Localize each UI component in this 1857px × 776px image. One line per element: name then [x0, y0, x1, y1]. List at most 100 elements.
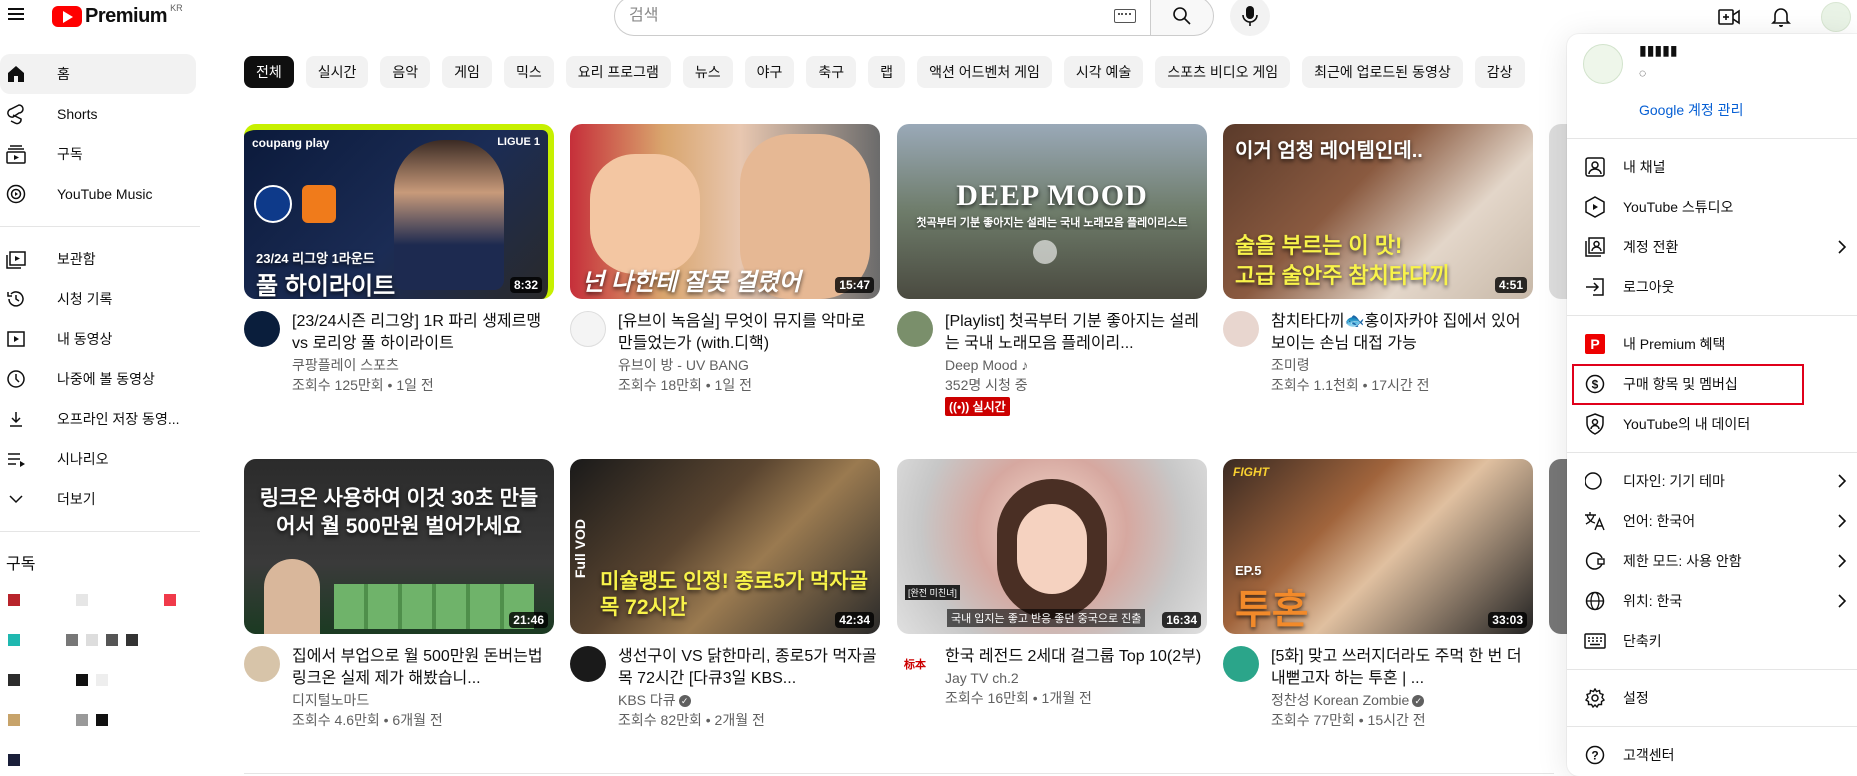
menu-item-appearance[interactable]: 디자인: 기기 테마	[1567, 461, 1857, 501]
chip[interactable]: 최근에 업로드된 동영상	[1302, 56, 1463, 88]
video-title[interactable]: [유브이 녹음실] 무엇이 뮤지를 악마로 만들었는가 (with.디핵)	[618, 311, 880, 355]
video-card[interactable]: FIGHT EP.5 투혼 33:03 [5화] 맞고 쓰러지더라도 주먹 한 …	[1223, 459, 1533, 730]
keyboard-icon[interactable]	[1114, 9, 1136, 23]
create-video-icon[interactable]	[1717, 5, 1741, 29]
menu-item-label: 계정 전환	[1623, 239, 1679, 255]
search-box[interactable]	[614, 0, 1150, 36]
channel-avatar[interactable]	[1223, 311, 1259, 347]
channel-name[interactable]: 정찬성 Korean Zombie ✓	[1271, 690, 1533, 710]
channel-avatar[interactable]	[570, 311, 606, 347]
menu-item-sign-out[interactable]: 로그아웃	[1567, 267, 1857, 307]
video-thumbnail-partial[interactable]	[1549, 124, 1567, 299]
thumb-vertical-text: Full VOD	[572, 519, 588, 579]
chip[interactable]: 축구	[806, 56, 857, 88]
video-thumbnail[interactable]: Full VOD 미슐랭도 인정! 종로5가 먹자골목 72시간 42:34	[570, 459, 880, 634]
video-title[interactable]: [23/24시즌 리그앙] 1R 파리 생제르맹 vs 로리앙 풀 하이라이트	[292, 311, 554, 355]
channel-name[interactable]: 디지털노마드	[292, 690, 554, 710]
menu-item-settings[interactable]: 설정	[1567, 678, 1857, 718]
menu-item-location[interactable]: 위치: 한국	[1567, 581, 1857, 621]
voice-search-button[interactable]	[1230, 0, 1270, 36]
channel-name[interactable]: 조미령	[1271, 355, 1533, 375]
menu-item-studio[interactable]: YouTube 스튜디오	[1567, 187, 1857, 227]
youtube-premium-logo[interactable]: Premium KR	[52, 3, 183, 27]
video-thumbnail[interactable]: coupang play LIGUE 1 23/24 리그앙 1라운드 풀 하이…	[244, 124, 554, 299]
video-title[interactable]: 한국 레전드 2세대 걸그룹 Top 10(2부)	[945, 646, 1207, 668]
sidebar-item-watch-later[interactable]: 나중에 볼 동영상	[0, 359, 196, 399]
search-input[interactable]	[629, 7, 1114, 25]
video-card[interactable]: Full VOD 미슐랭도 인정! 종로5가 먹자골목 72시간 42:34 생…	[570, 459, 880, 730]
menu-icon[interactable]	[6, 5, 28, 25]
video-thumbnail[interactable]: DEEP MOOD 첫곡부터 기분 좋아지는 설레는 국내 노래모음 플레이리스…	[897, 124, 1207, 299]
chip[interactable]: 감상	[1474, 56, 1525, 88]
chip[interactable]: 스포츠 비디오 게임	[1155, 56, 1291, 88]
chip[interactable]: 믹스	[503, 56, 554, 88]
video-card[interactable]: 링크온 사용하여 이것 30초 만들어서 월 500만원 벌어가세요 21:46…	[244, 459, 554, 730]
sidebar-item-playlist[interactable]: 시나리오	[0, 439, 196, 479]
sidebar-item-subscriptions[interactable]: 구독	[0, 134, 196, 174]
sidebar-item-library[interactable]: 보관함	[0, 239, 196, 279]
channel-avatar[interactable]	[244, 311, 280, 347]
video-title[interactable]: 생선구이 VS 닭한마리, 종로5가 먹자골목 72시간 [다큐3일 KBS..…	[618, 646, 880, 690]
chip[interactable]: 요리 프로그램	[565, 56, 671, 88]
sidebar-item-history[interactable]: 시청 기록	[0, 279, 196, 319]
video-title[interactable]: 집에서 부업으로 월 500만원 돈버는법 링크온 실제 제가 해봤습니...	[292, 646, 554, 690]
subscription-item[interactable]	[0, 700, 200, 740]
channel-avatar[interactable]	[244, 646, 280, 682]
video-thumbnail[interactable]: FIGHT EP.5 투혼 33:03	[1223, 459, 1533, 634]
manage-google-account-link[interactable]: Google 계정 관리	[1639, 100, 1743, 120]
video-title[interactable]: [5화] 맞고 쓰러지더라도 주먹 한 번 더 내뻗고자 하는 투혼 | ...	[1271, 646, 1533, 690]
channel-name[interactable]: Deep Mood ♪	[945, 355, 1207, 375]
chip[interactable]: 랩	[868, 56, 906, 88]
chip[interactable]: 게임	[442, 56, 492, 88]
chip[interactable]: 뉴스	[682, 56, 733, 88]
menu-item-switch-account[interactable]: 계정 전환	[1567, 227, 1857, 267]
menu-item-help[interactable]: ? 고객센터	[1567, 735, 1857, 775]
video-title[interactable]: [Playlist] 첫곡부터 기분 좋아지는 설레는 국내 노래모음 플레이리…	[945, 311, 1207, 355]
video-card[interactable]: [완전 미친녀] 국내 입지는 좋고 반응 좋던 중국으로 진출 16:34 标…	[897, 459, 1207, 708]
chip[interactable]: 음악	[380, 56, 431, 88]
video-thumbnail[interactable]: [완전 미친녀] 국내 입지는 좋고 반응 좋던 중국으로 진출 16:34	[897, 459, 1207, 634]
video-thumbnail-partial[interactable]	[1549, 459, 1567, 634]
channel-avatar[interactable]: 标本	[897, 646, 933, 682]
avatar[interactable]	[1821, 2, 1851, 32]
sidebar-item-your-videos[interactable]: 내 동영상	[0, 319, 196, 359]
chip[interactable]: 시각 예술	[1063, 56, 1144, 88]
menu-item-your-channel[interactable]: 내 채널	[1567, 147, 1857, 187]
search-button[interactable]	[1150, 0, 1214, 36]
channel-name[interactable]: KBS 다큐 ✓	[618, 690, 880, 710]
video-card[interactable]: 넌 나한테 잘못 걸렸어 15:47 [유브이 녹음실] 무엇이 뮤지를 악마로…	[570, 124, 880, 395]
channel-avatar[interactable]	[897, 311, 933, 347]
chip-all[interactable]: 전체	[244, 56, 294, 88]
sidebar-item-shorts[interactable]: Shorts	[0, 94, 196, 134]
video-thumbnail[interactable]: 넌 나한테 잘못 걸렸어 15:47	[570, 124, 880, 299]
sidebar-item-show-more[interactable]: 더보기	[0, 479, 196, 519]
chip[interactable]: 액션 어드벤처 게임	[917, 56, 1052, 88]
menu-item-your-data[interactable]: YouTube의 내 데이터	[1567, 404, 1857, 444]
channel-name[interactable]: 유브이 방 - UV BANG	[618, 355, 880, 375]
subscription-item[interactable]	[0, 660, 200, 700]
channel-name[interactable]: Jay TV ch.2	[945, 668, 1207, 688]
subscription-item[interactable]	[0, 580, 200, 620]
channel-avatar[interactable]	[570, 646, 606, 682]
subscription-item[interactable]	[0, 740, 200, 776]
video-card[interactable]: 이거 엄청 레어템인데.. 술을 부르는 이 맛! 고급 술안주 참치타다끼 4…	[1223, 124, 1533, 395]
menu-item-premium-benefits[interactable]: P 내 Premium 혜택	[1567, 324, 1857, 364]
video-title[interactable]: 참치타다끼🐟홍이자카야 집에서 있어 보이는 손님 대접 가능	[1271, 311, 1533, 355]
channel-name[interactable]: 쿠팡플레이 스포츠	[292, 355, 554, 375]
menu-item-language[interactable]: 언어: 한국어	[1567, 501, 1857, 541]
video-card[interactable]: coupang play LIGUE 1 23/24 리그앙 1라운드 풀 하이…	[244, 124, 554, 395]
sidebar-item-youtube-music[interactable]: YouTube Music	[0, 174, 196, 214]
chip[interactable]: 실시간	[305, 56, 369, 88]
chip[interactable]: 야구	[744, 56, 795, 88]
bell-icon[interactable]	[1769, 5, 1793, 29]
sidebar-item-downloads[interactable]: 오프라인 저장 동영...	[0, 399, 196, 439]
sidebar-item-home[interactable]: 홈	[0, 54, 196, 94]
video-thumbnail[interactable]: 이거 엄청 레어템인데.. 술을 부르는 이 맛! 고급 술안주 참치타다끼 4…	[1223, 124, 1533, 299]
subscription-item[interactable]	[0, 620, 200, 660]
sidebar-item-label: Shorts	[57, 106, 98, 122]
menu-item-restricted-mode[interactable]: 제한 모드: 사용 안함	[1567, 541, 1857, 581]
video-thumbnail[interactable]: 링크온 사용하여 이것 30초 만들어서 월 500만원 벌어가세요 21:46	[244, 459, 554, 634]
channel-avatar[interactable]	[1223, 646, 1259, 682]
menu-item-keyboard-shortcuts[interactable]: 단축키	[1567, 621, 1857, 661]
video-card[interactable]: DEEP MOOD 첫곡부터 기분 좋아지는 설레는 국내 노래모음 플레이리스…	[897, 124, 1207, 416]
